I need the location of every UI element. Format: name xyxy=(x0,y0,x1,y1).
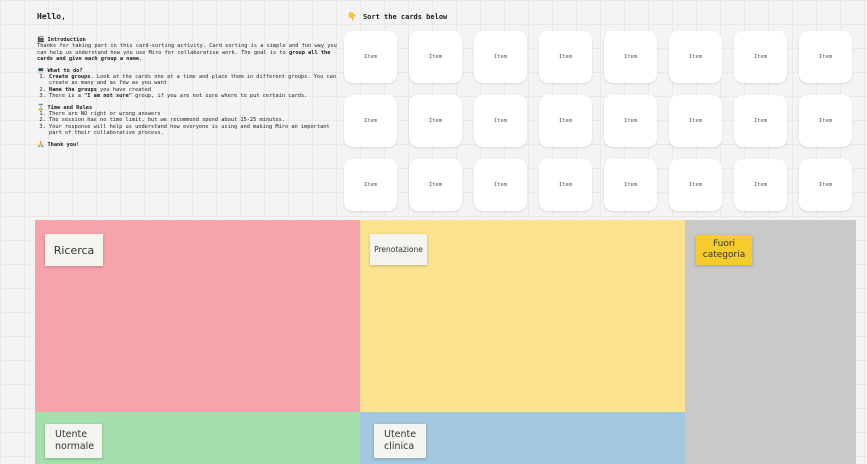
folded-hands-icon: 🙏 xyxy=(37,140,45,148)
card-item[interactable]: Item xyxy=(734,95,787,147)
computer-icon: 💻 xyxy=(37,66,45,74)
intro-section: 🎬 Introduction Thanks for taking part in… xyxy=(37,37,337,63)
step-bold: Create groups xyxy=(49,74,91,81)
card-item[interactable]: Item xyxy=(799,95,852,147)
card-item[interactable]: Item xyxy=(799,31,852,83)
card-item[interactable]: Item xyxy=(474,31,527,83)
instructions-panel: 🎬 Introduction Thanks for taking part in… xyxy=(37,37,337,153)
card-item[interactable]: Item xyxy=(539,159,592,211)
card-item[interactable]: Item xyxy=(474,159,527,211)
card-item[interactable]: Item xyxy=(409,31,462,83)
pointing-down-icon: 👇 xyxy=(347,12,357,21)
card-item[interactable]: Item xyxy=(474,95,527,147)
card-item[interactable]: Item xyxy=(409,95,462,147)
sort-header: 👇 Sort the cards below xyxy=(347,12,447,21)
card-item[interactable]: Item xyxy=(669,95,722,147)
card-item[interactable]: Item xyxy=(669,31,722,83)
step-text: group, if you are not sure where to put … xyxy=(131,93,308,100)
thanks-text: Thank you! xyxy=(47,141,80,148)
step-text: you have created xyxy=(96,86,152,93)
card-item[interactable]: Item xyxy=(734,31,787,83)
thanks-header: 🙏 Thank you! xyxy=(37,140,337,148)
rule-item: Your response will help us understand ho… xyxy=(49,124,337,137)
card-item[interactable]: Item xyxy=(344,95,397,147)
group-label-fuori-categoria[interactable]: Fuori categoria xyxy=(696,235,752,265)
step-item: There is a "I am not sure" group, if you… xyxy=(49,93,337,99)
card-item[interactable]: Item xyxy=(344,31,397,83)
step-bold: Name the groups xyxy=(49,86,97,93)
step-item: Create groups. Look at the cards one at … xyxy=(49,74,337,87)
card-item[interactable]: Item xyxy=(604,31,657,83)
clapperboard-icon: 🎬 xyxy=(37,36,45,44)
group-label-utente-normale[interactable]: Utente normale xyxy=(45,424,102,458)
greeting-title: Hello, xyxy=(37,12,66,21)
intro-text-post: . xyxy=(139,56,143,63)
card-item[interactable]: Item xyxy=(604,95,657,147)
card-item[interactable]: Item xyxy=(344,159,397,211)
group-label-ricerca[interactable]: Ricerca xyxy=(45,234,103,266)
step-bold: "I am not sure" xyxy=(84,93,132,100)
card-item[interactable]: Item xyxy=(669,159,722,211)
sort-header-text: Sort the cards below xyxy=(362,12,448,21)
card-item[interactable]: Item xyxy=(409,159,462,211)
rules-list: There are NO right or wrong answers The … xyxy=(37,111,337,137)
card-item[interactable]: Item xyxy=(734,159,787,211)
what-section: 💻 What to do? Create groups. Look at the… xyxy=(37,66,337,100)
card-item[interactable]: Item xyxy=(799,159,852,211)
step-pre: There is a xyxy=(49,93,85,100)
thanks-section: 🙏 Thank you! xyxy=(37,140,337,148)
group-label-prenotazione[interactable]: Prenotazione xyxy=(370,234,427,265)
rules-section: ⌛ Time and Rules There are NO right or w… xyxy=(37,103,337,137)
hourglass-icon: ⌛ xyxy=(37,103,45,111)
group-label-utente-clinica[interactable]: Utente clinica xyxy=(374,424,426,458)
card-item[interactable]: Item xyxy=(539,31,592,83)
step-text: . Look at the cards one at a time and pl… xyxy=(49,74,337,87)
card-item[interactable]: Item xyxy=(604,159,657,211)
steps-list: Create groups. Look at the cards one at … xyxy=(37,74,337,100)
intro-text: Thanks for taking part in this card-sort… xyxy=(37,43,337,62)
card-item[interactable]: Item xyxy=(539,95,592,147)
